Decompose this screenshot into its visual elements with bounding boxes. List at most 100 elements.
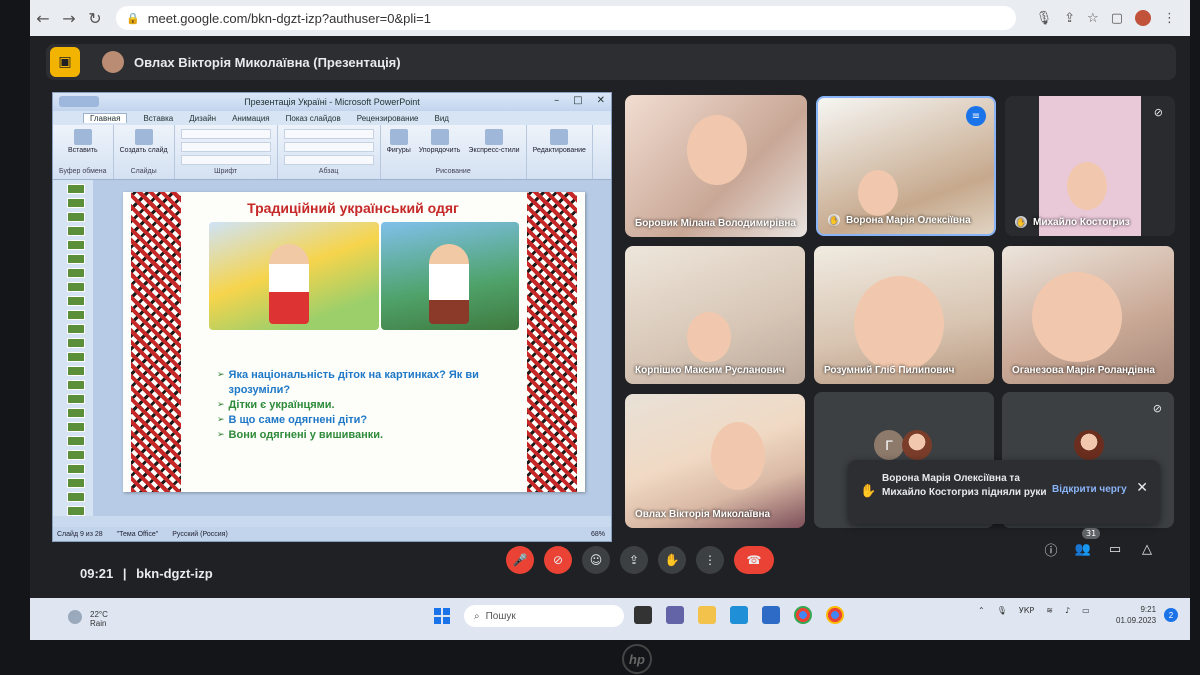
tab-slideshow[interactable]: Показ слайдов bbox=[286, 114, 341, 123]
system-tray: ⌃ 🎙 УКР ≋ ♪ ▭ bbox=[978, 606, 1090, 615]
slide-thumbnail[interactable] bbox=[67, 324, 85, 334]
raise-hand-button[interactable]: ✋ bbox=[658, 546, 686, 574]
participant-tile[interactable]: Корпішко Максим Русланович bbox=[625, 246, 805, 384]
slide-thumbnail[interactable] bbox=[67, 394, 85, 404]
bookmark-icon[interactable]: ☆ bbox=[1087, 11, 1099, 26]
mic-icon[interactable]: 🎙 bbox=[1036, 11, 1053, 26]
share-icon[interactable]: ⇪ bbox=[1064, 11, 1075, 26]
slide-thumbnail[interactable] bbox=[67, 352, 85, 362]
chat-icon[interactable]: ▭ bbox=[1106, 542, 1124, 557]
participant-tile[interactable]: ⊘ ✋ Михайло Костогриз bbox=[1005, 96, 1175, 236]
reload-button[interactable]: ↻ bbox=[82, 9, 108, 28]
paste-button[interactable]: Вставить bbox=[68, 129, 98, 154]
express-styles-button[interactable]: Экспресс-стили bbox=[468, 129, 520, 154]
participant-tile[interactable]: Розумний Гліб Пилипович bbox=[814, 246, 994, 384]
participant-tile[interactable]: Овлах Вікторія Миколаївна bbox=[625, 394, 805, 528]
present-button[interactable]: ⇪ bbox=[620, 546, 648, 574]
tab-home[interactable]: Главная bbox=[83, 113, 128, 123]
tab-review[interactable]: Рецензирование bbox=[357, 114, 419, 123]
maximize-icon[interactable]: □ bbox=[573, 95, 582, 106]
chrome-icon[interactable] bbox=[794, 606, 812, 624]
mic-toggle-button[interactable]: 🎤 bbox=[506, 546, 534, 574]
slide-thumbnails[interactable] bbox=[53, 180, 94, 516]
slide-thumbnail[interactable] bbox=[67, 254, 85, 264]
minimize-icon[interactable]: – bbox=[554, 95, 559, 106]
activities-icon[interactable]: △ bbox=[1138, 542, 1156, 557]
slide-thumbnail[interactable] bbox=[67, 198, 85, 208]
boy-with-flute-image bbox=[381, 222, 519, 330]
chrome-profile-icon[interactable] bbox=[826, 606, 844, 624]
wifi-icon[interactable]: ≋ bbox=[1046, 606, 1053, 615]
menu-icon[interactable]: ⋮ bbox=[1163, 11, 1176, 26]
end-call-button[interactable]: ☎ bbox=[734, 546, 774, 574]
people-icon[interactable]: 👥 31 bbox=[1074, 528, 1101, 557]
stop-presenting-icon[interactable]: ▣ bbox=[50, 47, 80, 77]
girl-in-vyshyvanka-image bbox=[209, 222, 379, 330]
new-slide-button[interactable]: Создать слайд bbox=[120, 129, 168, 154]
forward-button[interactable]: → bbox=[56, 9, 82, 28]
shapes-button[interactable]: Фигуры bbox=[387, 129, 411, 154]
slide-thumbnail[interactable] bbox=[67, 240, 85, 250]
info-icon[interactable]: ⓘ bbox=[1042, 540, 1060, 559]
teams-icon[interactable] bbox=[666, 606, 684, 624]
slide-thumbnail[interactable] bbox=[67, 268, 85, 278]
slide-thumbnail[interactable] bbox=[67, 380, 85, 390]
edit-button[interactable]: Редактирование bbox=[533, 129, 586, 154]
slide-thumbnail[interactable] bbox=[67, 492, 85, 502]
back-button[interactable]: ← bbox=[30, 9, 56, 28]
address-bar[interactable]: 🔒 meet.google.com/bkn-dgzt-izp?authuser=… bbox=[116, 6, 1016, 30]
slide-thumbnail[interactable] bbox=[67, 506, 85, 516]
tab-animation[interactable]: Анимация bbox=[232, 114, 270, 123]
participant-tile[interactable]: ≡ ✋ Ворона Марія Олексіївна bbox=[816, 96, 996, 236]
slide-thumbnail[interactable] bbox=[67, 184, 85, 194]
arrange-button[interactable]: Упорядочить bbox=[419, 129, 460, 154]
more-options-button[interactable]: ⋮ bbox=[696, 546, 724, 574]
slide-thumbnail[interactable] bbox=[67, 296, 85, 306]
battery-icon[interactable]: ▭ bbox=[1082, 606, 1090, 615]
slide-thumbnail[interactable] bbox=[67, 212, 85, 222]
file-explorer-icon[interactable] bbox=[698, 606, 716, 624]
slide-thumbnail[interactable] bbox=[67, 450, 85, 460]
chevron-up-icon[interactable]: ⌃ bbox=[978, 606, 985, 615]
tab-icon[interactable]: ▢ bbox=[1111, 11, 1123, 26]
tab-design[interactable]: Дизайн bbox=[189, 114, 216, 123]
notification-badge[interactable]: 2 bbox=[1164, 608, 1178, 622]
task-view-icon[interactable] bbox=[634, 606, 652, 624]
reactions-button[interactable]: ☺ bbox=[582, 546, 610, 574]
close-icon[interactable]: ✕ bbox=[1136, 480, 1148, 496]
slide-thumbnail[interactable] bbox=[67, 478, 85, 488]
slide-thumbnail[interactable] bbox=[67, 436, 85, 446]
participant-tile[interactable]: Боровик Мілана Володимирівна bbox=[625, 95, 807, 237]
mic-tray-icon[interactable]: 🎙 bbox=[997, 606, 1007, 615]
tab-view[interactable]: Вид bbox=[435, 114, 449, 123]
taskbar-clock[interactable]: 9:21 01.09.2023 bbox=[1116, 604, 1156, 626]
slide-thumbnail[interactable] bbox=[67, 408, 85, 418]
slide-thumbnail[interactable] bbox=[67, 464, 85, 474]
ppt-title-bar: Презентація Україні - Microsoft PowerPoi… bbox=[53, 93, 611, 111]
slide-thumbnail[interactable] bbox=[67, 282, 85, 292]
theme-name: "Тема Office" bbox=[116, 530, 159, 538]
close-icon[interactable]: ✕ bbox=[597, 95, 605, 106]
slide-thumbnail[interactable] bbox=[67, 310, 85, 320]
current-slide[interactable]: Традиційний український одяг ➢ Яка націон… bbox=[123, 192, 585, 492]
slide-thumbnail[interactable] bbox=[67, 422, 85, 432]
paragraph-controls[interactable] bbox=[283, 129, 374, 165]
profile-avatar[interactable] bbox=[1135, 10, 1151, 26]
camera-toggle-button[interactable]: ⊘ bbox=[544, 546, 572, 574]
edge-icon[interactable] bbox=[730, 606, 748, 624]
slide-thumbnail[interactable] bbox=[67, 338, 85, 348]
font-controls[interactable] bbox=[180, 129, 271, 165]
participant-tile[interactable]: Оганезова Марія Роландівна bbox=[1002, 246, 1174, 384]
slide-thumbnail[interactable] bbox=[67, 226, 85, 236]
language[interactable]: Русский (Россия) bbox=[172, 531, 228, 538]
start-divider bbox=[434, 615, 450, 617]
store-icon[interactable] bbox=[762, 606, 780, 624]
open-queue-button[interactable]: Відкрити чергу bbox=[1052, 484, 1127, 495]
zoom-level[interactable]: 68% bbox=[591, 531, 605, 538]
quick-access-toolbar[interactable] bbox=[59, 96, 99, 107]
tab-insert[interactable]: Вставка bbox=[143, 114, 173, 123]
slide-thumbnail[interactable] bbox=[67, 366, 85, 376]
volume-icon[interactable]: ♪ bbox=[1065, 606, 1070, 615]
language-indicator[interactable]: УКР bbox=[1019, 606, 1034, 615]
taskbar-search[interactable]: ⌕ Пошук bbox=[464, 605, 624, 627]
